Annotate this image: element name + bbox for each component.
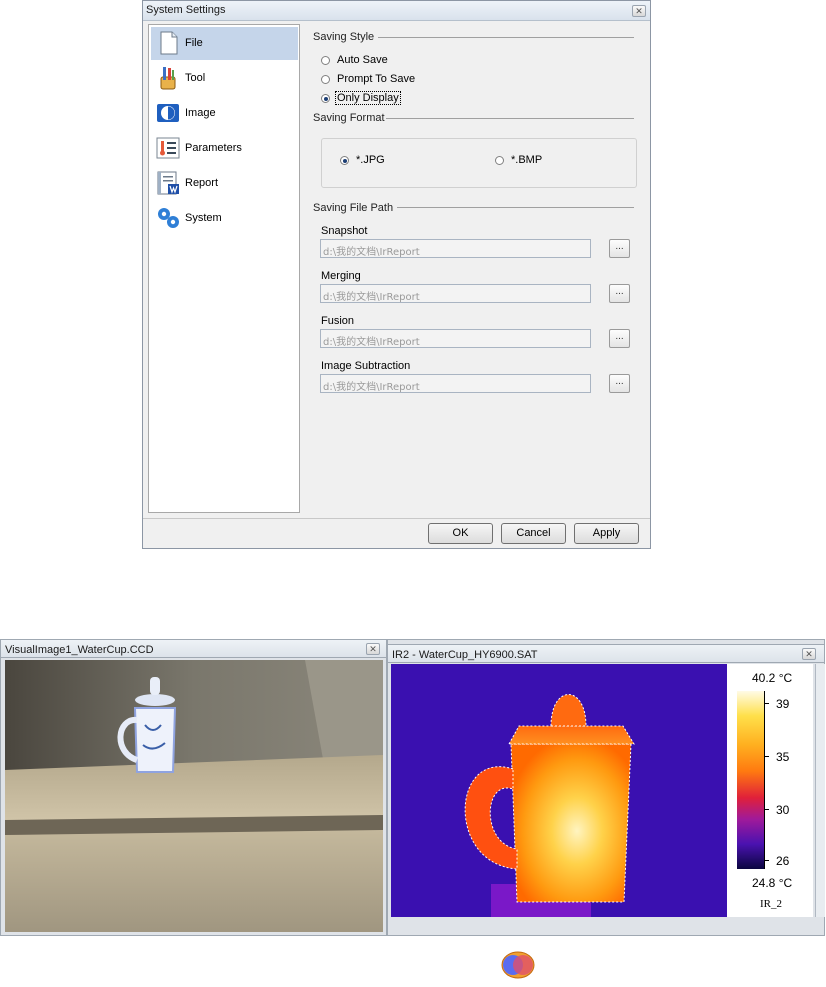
ir-scale-min: 24.8 °C: [752, 876, 793, 890]
thermometer-list-icon: [156, 137, 180, 159]
nav-label-report: Report: [185, 177, 219, 189]
nav-item-image[interactable]: Image: [151, 97, 298, 130]
nav-label-file: File: [185, 37, 203, 49]
document-icon: [160, 31, 178, 55]
only-display-label[interactable]: Only Display: [335, 91, 401, 105]
image-subtraction-label: Image Subtraction: [321, 360, 411, 372]
nav-item-parameters[interactable]: Parameters: [151, 132, 298, 165]
saving-format-divider: [386, 118, 634, 119]
auto-save-label[interactable]: Auto Save: [337, 54, 388, 66]
visual-window-close-button[interactable]: ✕: [366, 643, 380, 655]
visual-window-titlebar: VisualImage1_WaterCup.CCD: [0, 639, 387, 658]
dialog-close-button[interactable]: ✕: [632, 5, 646, 17]
snapshot-path-input[interactable]: d:\我的文档\IrReport: [320, 239, 591, 258]
ir-thermal-image: [391, 664, 727, 917]
auto-save-radio[interactable]: [321, 56, 330, 65]
nav-label-system: System: [185, 212, 222, 224]
ir-window-title: IR2 - WaterCup_HY6900.SAT: [392, 649, 538, 661]
jpg-label[interactable]: *.JPG: [356, 154, 385, 166]
fusion-browse-button[interactable]: ...: [609, 329, 630, 348]
cancel-button[interactable]: Cancel: [501, 523, 566, 544]
saving-style-title: Saving Style: [313, 31, 375, 43]
ir-window-titlebar: IR2 - WaterCup_HY6900.SAT: [387, 644, 825, 663]
nav-label-image: Image: [185, 107, 216, 119]
fusion-label: Fusion: [321, 315, 355, 327]
visual-window-title: VisualImage1_WaterCup.CCD: [5, 644, 154, 656]
only-display-radio[interactable]: [321, 94, 330, 103]
fusion-path-input[interactable]: d:\我的文档\IrReport: [320, 329, 591, 348]
contrast-icon: [157, 104, 179, 122]
image-subtraction-path-input[interactable]: d:\我的文档\IrReport: [320, 374, 591, 393]
ir-scale-axis: [764, 691, 765, 869]
bmp-radio[interactable]: [495, 156, 504, 165]
merging-path-input[interactable]: d:\我的文档\IrReport: [320, 284, 591, 303]
nav-label-parameters: Parameters: [185, 142, 242, 154]
settings-nav: File Tool Image Parameters Report System: [148, 24, 300, 513]
tools-icon: [160, 67, 176, 90]
tick-label-35: 35: [776, 750, 790, 764]
ir-scale-max: 40.2 °C: [752, 671, 793, 685]
nav-label-tool: Tool: [185, 72, 206, 84]
merging-label: Merging: [321, 270, 361, 282]
dialog-titlebar: System Settings ✕: [143, 1, 650, 21]
gears-icon: [158, 208, 179, 228]
image-subtraction-browse-button[interactable]: ...: [609, 374, 630, 393]
ir-window-scrollbar[interactable]: [815, 664, 825, 917]
merging-browse-button[interactable]: ...: [609, 284, 630, 303]
nav-item-tool[interactable]: Tool: [151, 62, 298, 95]
tick-mark-39: [765, 703, 769, 704]
tick-label-30: 30: [776, 803, 790, 817]
nav-item-report[interactable]: Report: [151, 167, 298, 200]
report-icon: [157, 171, 179, 195]
jpg-radio[interactable]: [340, 156, 349, 165]
tick-mark-30: [765, 809, 769, 810]
system-settings-dialog: System Settings ✕ File Tool Image Parame…: [142, 0, 651, 549]
ok-button[interactable]: OK: [428, 523, 493, 544]
prompt-to-save-label[interactable]: Prompt To Save: [337, 73, 415, 85]
tick-label-39: 39: [776, 697, 790, 711]
apply-button[interactable]: Apply: [574, 523, 639, 544]
tick-mark-26: [765, 860, 769, 861]
visual-photo: [5, 660, 383, 932]
dialog-title: System Settings: [146, 4, 226, 16]
button-bar-divider: [143, 518, 650, 519]
tick-mark-35: [765, 756, 769, 757]
ir-window-close-button[interactable]: ✕: [802, 648, 816, 660]
tick-label-26: 26: [776, 854, 790, 868]
prompt-to-save-radio[interactable]: [321, 75, 330, 84]
bmp-label[interactable]: *.BMP: [511, 154, 542, 166]
snapshot-browse-button[interactable]: ...: [609, 239, 630, 258]
nav-item-file[interactable]: File: [151, 27, 298, 60]
saving-path-title: Saving File Path: [313, 202, 394, 214]
saving-path-divider: [397, 207, 634, 208]
saving-format-title: Saving Format: [313, 112, 385, 124]
fusion-icon[interactable]: [500, 950, 536, 980]
nav-item-system[interactable]: System: [151, 202, 298, 235]
ir-color-bar: [737, 691, 764, 869]
snapshot-label: Snapshot: [321, 225, 368, 237]
saving-style-divider: [378, 37, 634, 38]
palette-name: IR_2: [760, 898, 782, 910]
